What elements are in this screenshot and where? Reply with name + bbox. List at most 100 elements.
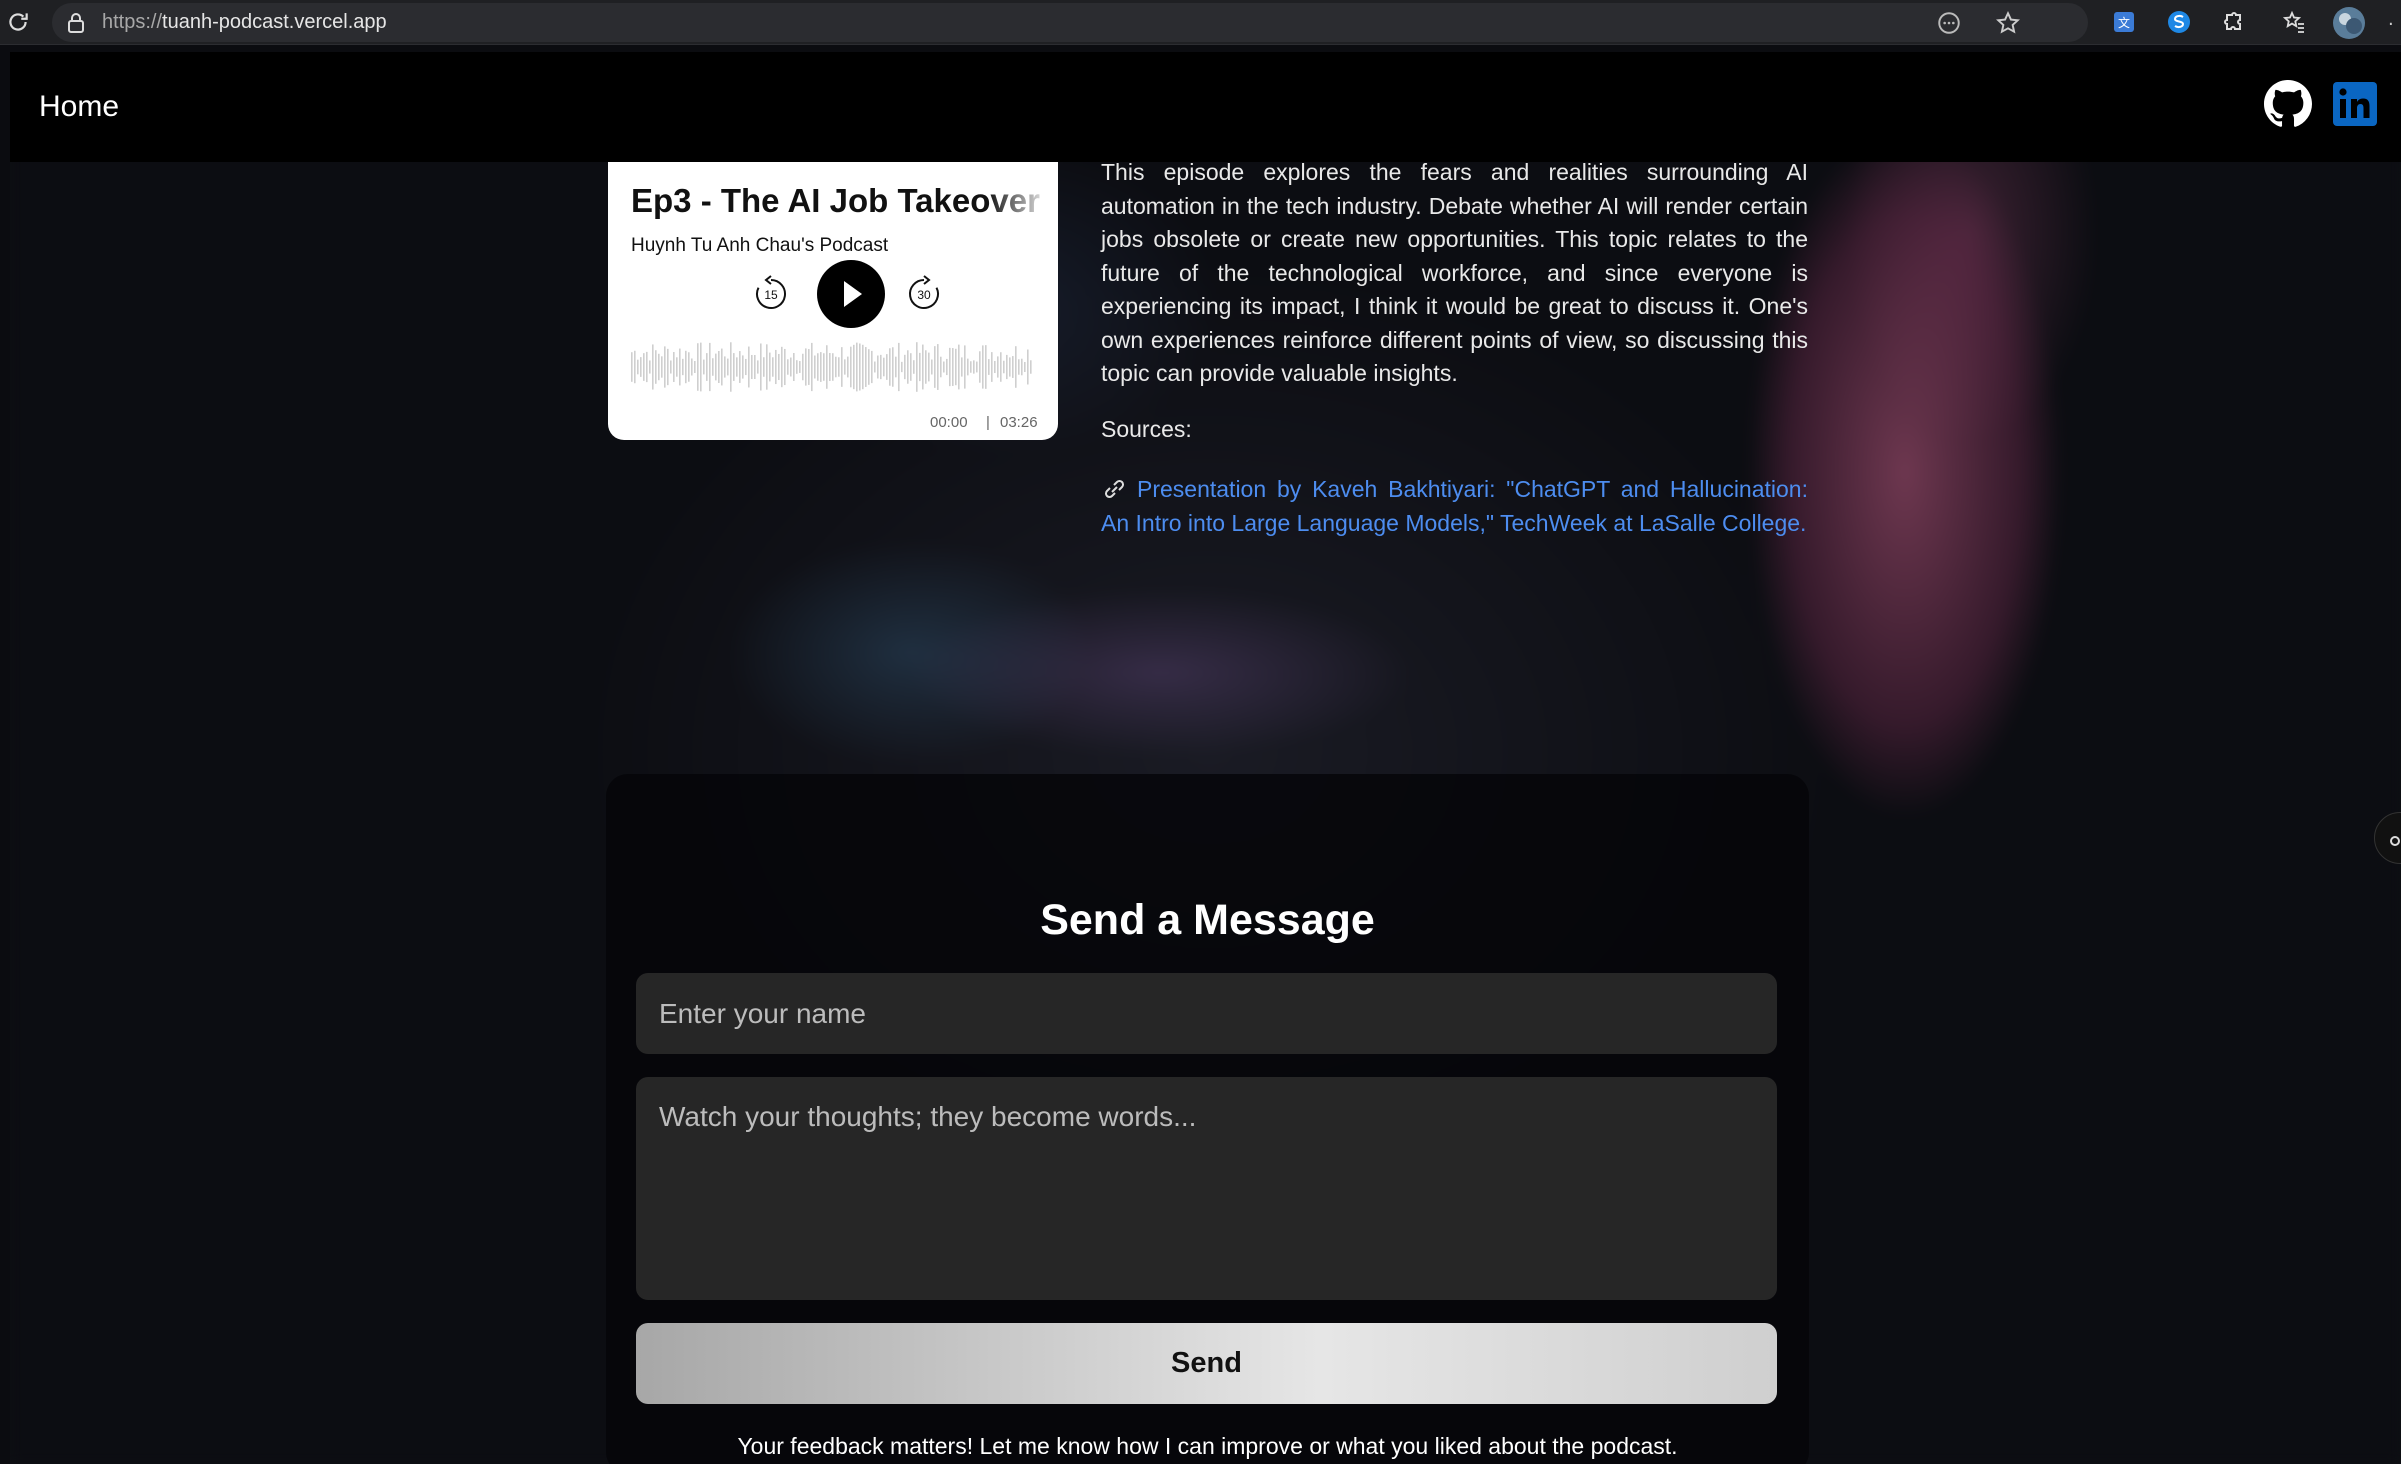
source-link[interactable]: Presentation by Kaveh Bakhtiyari: "ChatG…	[1101, 472, 1808, 540]
waveform-bar	[661, 356, 663, 378]
waveform-bar	[652, 344, 654, 390]
waveform-bar	[646, 351, 648, 383]
waveform-bar	[832, 353, 834, 381]
menu-icon[interactable]: ·	[2388, 14, 2394, 35]
message-input[interactable]	[636, 1077, 1777, 1300]
waveform-bar	[916, 342, 918, 392]
skip-forward-icon[interactable]: 30	[904, 274, 944, 314]
waveform-bar	[970, 361, 972, 373]
contact-form: Send a Message Send Your feedback matter…	[606, 774, 1809, 1464]
send-button[interactable]: Send	[636, 1323, 1777, 1404]
waveform-bar	[931, 359, 933, 375]
waveform-bar	[979, 351, 981, 383]
lock-icon[interactable]	[64, 11, 88, 35]
waveform-bar	[787, 359, 789, 375]
browser-toolbar: https://tuanh-podcast.vercel.app 文 ·	[0, 0, 2401, 45]
waveform-bar	[1018, 359, 1020, 375]
waveform-bar	[781, 346, 783, 388]
waveform-bar	[763, 357, 765, 377]
waveform-bar	[1000, 352, 1002, 382]
waveform-bar	[940, 356, 942, 378]
waveform-bar	[844, 359, 846, 375]
waveform-bar	[814, 355, 816, 379]
waveform-bar	[898, 342, 900, 392]
waveform-bar	[766, 344, 768, 390]
extension-s-icon[interactable]	[2163, 6, 2195, 38]
waveform-bar	[799, 361, 801, 373]
waveform-bar	[703, 359, 705, 375]
duration: 03:26	[1000, 414, 1038, 431]
link-icon	[1104, 479, 1125, 499]
reload-icon[interactable]	[4, 9, 32, 37]
waveform[interactable]	[631, 337, 1035, 397]
reader-mode-icon[interactable]	[1936, 10, 1962, 36]
extension-translate-icon[interactable]: 文	[2108, 6, 2140, 38]
waveform-bar	[793, 352, 795, 382]
profile-avatar-icon[interactable]	[2332, 6, 2365, 39]
waveform-bar	[910, 353, 912, 381]
waveform-bar	[862, 344, 864, 390]
waveform-bar	[637, 359, 639, 375]
waveform-bar	[700, 342, 702, 392]
waveform-bar	[754, 354, 756, 380]
home-link[interactable]: Home	[39, 90, 119, 124]
episode-description: This episode explores the fears and real…	[1101, 159, 1808, 386]
linkedin-icon[interactable]	[2333, 82, 2377, 126]
podcast-name: Huynh Tu Anh Chau's Podcast	[631, 235, 889, 256]
name-input[interactable]	[636, 973, 1777, 1054]
waveform-bar	[1006, 354, 1008, 380]
waveform-bar	[934, 346, 936, 388]
waveform-bar	[988, 359, 990, 375]
podcast-player-card: Ep3 - The AI Job Takeover Huynh Tu Anh C…	[608, 162, 1058, 440]
waveform-bar	[1030, 360, 1032, 374]
waveform-bar	[913, 360, 915, 374]
waveform-bar	[679, 348, 681, 386]
waveform-bar	[1012, 356, 1014, 378]
waveform-bar	[952, 348, 954, 386]
source-link-text[interactable]: Presentation by Kaveh Bakhtiyari: "ChatG…	[1101, 476, 1808, 536]
waveform-bar	[727, 358, 729, 376]
current-time: 00:00	[930, 414, 968, 431]
waveform-bar	[841, 347, 843, 387]
waveform-bar	[772, 357, 774, 377]
waveform-bar	[664, 346, 666, 388]
waveform-bar	[751, 354, 753, 380]
waveform-bar	[949, 347, 951, 387]
waveform-bar	[859, 343, 861, 391]
waveform-bar	[946, 358, 948, 376]
waveform-bar	[964, 345, 966, 389]
url-protocol: https://	[102, 11, 163, 33]
episode-title: Ep3 - The AI Job Takeover	[631, 182, 1040, 219]
address-bar[interactable]: https://tuanh-podcast.vercel.app	[52, 3, 2088, 42]
waveform-bar	[805, 348, 807, 386]
contact-title: Send a Message	[1040, 896, 1375, 944]
waveform-bar	[775, 349, 777, 385]
url-text[interactable]: https://tuanh-podcast.vercel.app	[102, 11, 387, 34]
waveform-bar	[850, 346, 852, 388]
waveform-bar	[760, 343, 762, 391]
waveform-bar	[928, 352, 930, 382]
skip-back-icon[interactable]: 15	[751, 274, 791, 314]
waveform-bar	[874, 361, 876, 373]
waveform-bar	[658, 353, 660, 381]
extensions-icon[interactable]	[2217, 6, 2249, 38]
url-host: tuanh-podcast.vercel.app	[162, 11, 387, 33]
waveform-bar	[868, 349, 870, 385]
waveform-bar	[748, 346, 750, 388]
waveform-bar	[706, 353, 708, 381]
page: Home Ep3 - The AI Job Takeover Huynh Tu …	[10, 52, 2401, 1464]
star-icon[interactable]	[1995, 10, 2021, 36]
time-separator: |	[986, 414, 990, 431]
waveform-bar	[1003, 360, 1005, 374]
waveform-bar	[1021, 358, 1023, 376]
favorites-icon[interactable]	[2278, 6, 2310, 38]
waveform-bar	[904, 354, 906, 380]
top-nav: Home	[10, 52, 2401, 162]
play-button[interactable]	[817, 260, 885, 328]
waveform-bar	[847, 356, 849, 378]
waveform-bar	[718, 350, 720, 384]
waveform-bar	[991, 352, 993, 382]
waveform-bar	[643, 353, 645, 381]
waveform-bar	[769, 352, 771, 382]
github-icon[interactable]	[2264, 80, 2312, 128]
